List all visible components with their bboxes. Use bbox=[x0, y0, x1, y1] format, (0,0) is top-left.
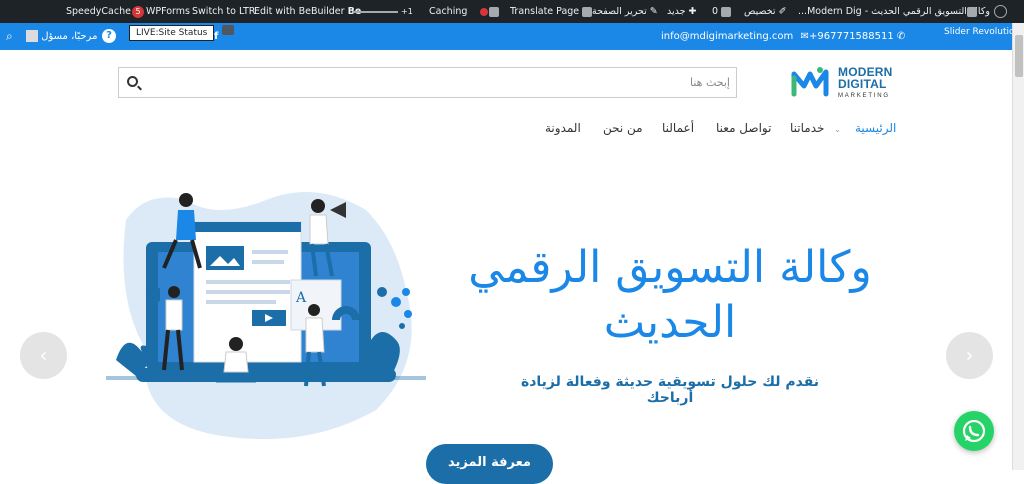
hero-illustration: A bbox=[106, 192, 426, 440]
counter-menu[interactable]: +1 bbox=[353, 0, 413, 23]
edit-page-label: تحرير الصفحة bbox=[592, 6, 647, 17]
nav-works[interactable]: أعمالنا bbox=[662, 121, 694, 135]
search-bar[interactable]: إبحث هنا bbox=[118, 67, 737, 98]
email-link[interactable]: info@mdigimarketing.com ✉ bbox=[661, 23, 809, 50]
logo-line3: MARKETING bbox=[838, 93, 890, 99]
pencil-icon: ✎ bbox=[649, 6, 658, 17]
wpforms-count-badge: 5 bbox=[132, 5, 144, 18]
logo-line2: DIGITAL bbox=[838, 77, 887, 91]
search-input[interactable]: إبحث هنا bbox=[690, 68, 730, 97]
yoast-icon bbox=[489, 6, 499, 17]
phone-icon: ✆ bbox=[896, 31, 906, 42]
slider-revolution-menu[interactable]: Slider Revolution bbox=[944, 19, 1020, 46]
nav-home[interactable]: الرئيسية bbox=[855, 121, 896, 135]
new-label: جديد bbox=[667, 6, 686, 17]
whatsapp-icon bbox=[962, 419, 986, 443]
translate-page-menu[interactable]: Translate Page bbox=[510, 0, 593, 23]
slider-prev-button[interactable]: ‹ bbox=[20, 332, 67, 379]
edit-page-menu[interactable]: تحرير الصفحة ✎ bbox=[592, 0, 658, 23]
search-icon[interactable]: ⌕ bbox=[6, 23, 13, 50]
nav-contact[interactable]: تواصل معنا bbox=[716, 121, 771, 135]
whatsapp-button[interactable] bbox=[954, 411, 994, 451]
comment-icon bbox=[721, 6, 732, 17]
dashboard-icon bbox=[967, 6, 977, 17]
wpforms-label: WPForms bbox=[146, 6, 191, 17]
help-button[interactable]: ? bbox=[102, 23, 116, 50]
chevron-right-icon: › bbox=[965, 343, 974, 367]
scrollbar[interactable] bbox=[1012, 23, 1024, 470]
caching-menu[interactable]: Caching bbox=[429, 0, 489, 23]
counter-bar-icon bbox=[353, 10, 398, 13]
brush-icon: ✐ bbox=[778, 6, 787, 17]
site-logo[interactable]: MODERN DIGITAL MARKETING bbox=[790, 62, 895, 104]
avatar bbox=[26, 30, 38, 42]
comments-count: 0 bbox=[712, 6, 719, 17]
bebuilder-label: Edit with BeBuilder bbox=[254, 6, 345, 17]
nav-about[interactable]: من نحن bbox=[603, 121, 643, 135]
yoast-menu[interactable] bbox=[489, 0, 499, 23]
svg-text:A: A bbox=[295, 290, 307, 306]
chevron-down-icon: ⌄ bbox=[834, 125, 841, 134]
scrollbar-thumb[interactable] bbox=[1015, 35, 1023, 77]
nav-blog[interactable]: المدونة bbox=[545, 121, 581, 135]
contact-topbar: ⌕ مرحبًا، مسؤل ? LIVE:Site Status f info… bbox=[0, 23, 1020, 50]
plus-icon: ✚ bbox=[688, 6, 697, 17]
phone-label: +967771588511 bbox=[809, 31, 894, 42]
facebook-icon[interactable]: f bbox=[214, 23, 218, 50]
site-status-button[interactable]: LIVE:Site Status bbox=[129, 25, 215, 41]
bebuilder-menu[interactable]: Edit with BeBuilder Be bbox=[254, 0, 361, 23]
wordpress-icon bbox=[994, 5, 1007, 18]
help-icon: ? bbox=[102, 29, 116, 43]
nav-services[interactable]: خدماتنا ⌄ bbox=[790, 121, 841, 135]
customize-menu[interactable]: تخصيص ✐ bbox=[744, 0, 787, 23]
learn-more-button[interactable]: معرفة المزيد bbox=[426, 444, 553, 484]
phone-link[interactable]: +967771588511 ✆ bbox=[809, 23, 905, 50]
comment-badge[interactable] bbox=[222, 17, 234, 44]
hero-title-line1: وكالة التسويق الرقمي bbox=[468, 242, 872, 293]
caching-label: Caching bbox=[429, 6, 468, 17]
account-menu[interactable]: مرحبًا، مسؤل bbox=[26, 23, 97, 50]
hero-title-line2: الحديث bbox=[603, 297, 737, 348]
greeting-label: مرحبًا، مسؤل bbox=[41, 31, 98, 42]
comment-icon bbox=[222, 25, 234, 35]
new-menu[interactable]: جديد ✚ bbox=[667, 0, 697, 23]
slider-next-button[interactable]: › bbox=[946, 332, 993, 379]
chevron-left-icon: ‹ bbox=[39, 343, 48, 367]
nav-services-label: خدماتنا bbox=[790, 121, 825, 135]
logo-text: MODERN DIGITAL MARKETING bbox=[838, 66, 893, 102]
email-label: info@mdigimarketing.com bbox=[661, 31, 794, 42]
wp-admin-bar: SpeedyCache 5 WPForms Switch to LTR Edit … bbox=[0, 0, 1024, 23]
customize-label: تخصيص bbox=[744, 6, 776, 17]
site-name-label: وكالة التسويق الرقمي الحديث - Modern Dig… bbox=[798, 6, 990, 17]
comments-menu[interactable]: 0 bbox=[712, 0, 732, 23]
speedycache-menu[interactable]: SpeedyCache bbox=[66, 0, 131, 23]
counter-label: +1 bbox=[401, 7, 413, 16]
wpforms-menu[interactable]: 5 WPForms bbox=[132, 0, 190, 23]
email-icon: ✉ bbox=[800, 31, 809, 42]
hero-subtitle: نقدم لك حلول تسويقية حديثة وفعالة لزيادة… bbox=[520, 374, 820, 406]
logo-mark-icon bbox=[791, 67, 829, 97]
caching-status-icon bbox=[480, 7, 489, 16]
translate-icon bbox=[582, 6, 593, 17]
hero-title: وكالة التسويق الرقمي الحديث bbox=[430, 240, 910, 350]
search-icon[interactable] bbox=[127, 76, 138, 87]
translate-label: Translate Page bbox=[510, 6, 580, 17]
